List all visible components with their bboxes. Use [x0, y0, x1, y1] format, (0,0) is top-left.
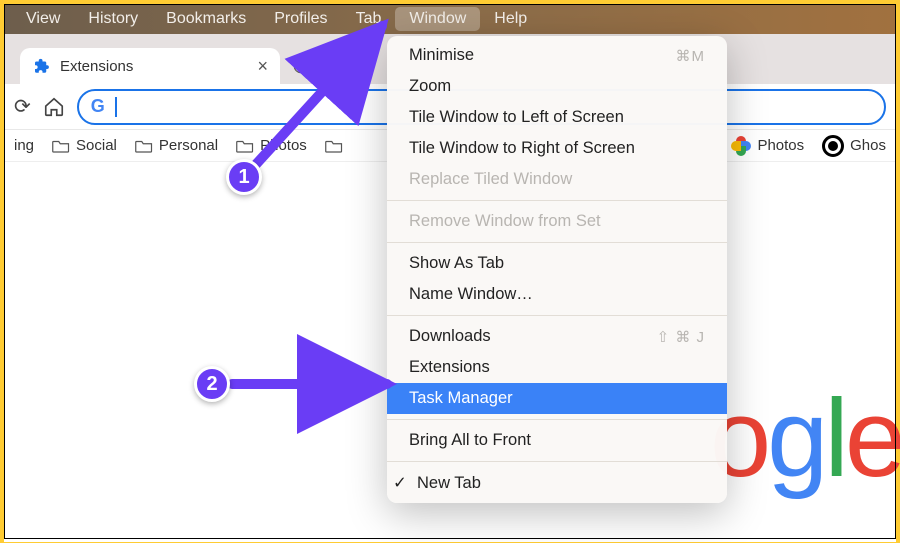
menu-item-tile-window-to-right-of-screen[interactable]: Tile Window to Right of Screen	[387, 133, 727, 164]
menu-item-label: Extensions	[409, 358, 490, 377]
tab-title: Extensions	[60, 58, 133, 75]
check-icon: ✓	[393, 473, 409, 493]
globe-icon	[292, 57, 310, 75]
mac-menubar: View History Bookmarks Profiles Tab Wind…	[4, 4, 896, 34]
menu-separator	[387, 200, 727, 201]
menu-history[interactable]: History	[74, 7, 152, 31]
menu-help[interactable]: Help	[480, 7, 541, 31]
menu-item-name-window[interactable]: Name Window…	[387, 279, 727, 310]
menu-item-label: Remove Window from Set	[409, 212, 601, 231]
menu-tab[interactable]: Tab	[342, 7, 396, 31]
ghost-icon	[822, 135, 844, 157]
menu-item-label: New Tab	[417, 474, 481, 493]
annotation-badge-1: 1	[226, 159, 262, 195]
tab-other[interactable]: N	[286, 48, 333, 84]
menu-shortcut: ⌘M	[676, 47, 706, 65]
bookmark-folder-blank[interactable]	[325, 139, 343, 153]
menu-item-label: Replace Tiled Window	[409, 170, 572, 189]
folder-icon	[236, 139, 254, 153]
bookmark-label: Personal	[159, 137, 218, 154]
menu-item-task-manager[interactable]: Task Manager	[387, 383, 727, 414]
menu-item-label: Tile Window to Right of Screen	[409, 139, 635, 158]
bookmark-cutoff[interactable]: ing	[14, 137, 34, 154]
menu-item-minimise[interactable]: Minimise ⌘M	[387, 40, 727, 71]
tab-extensions[interactable]: Extensions ×	[20, 48, 280, 84]
gphotos-icon	[731, 136, 751, 156]
menu-view[interactable]: View	[12, 7, 74, 31]
menu-item-bring-all-to-front[interactable]: Bring All to Front	[387, 425, 727, 456]
menu-separator	[387, 419, 727, 420]
menu-item-label: Task Manager	[409, 389, 513, 408]
bookmark-gphotos[interactable]: Photos	[731, 136, 804, 156]
close-icon[interactable]: ×	[257, 56, 268, 77]
bookmark-label: Ghos	[850, 137, 886, 154]
menu-item-label: Bring All to Front	[409, 431, 531, 450]
reload-icon[interactable]: ⟳	[14, 94, 31, 119]
menu-item-zoom[interactable]: Zoom	[387, 71, 727, 102]
google-logo-partial: ogle	[710, 375, 900, 502]
bookmark-label: Photos	[757, 137, 804, 154]
bookmark-photos[interactable]: Photos	[236, 137, 307, 154]
menu-item-tile-window-to-left-of-screen[interactable]: Tile Window to Left of Screen	[387, 102, 727, 133]
annotation-badge-2: 2	[194, 366, 230, 402]
menu-separator	[387, 461, 727, 462]
menu-profiles[interactable]: Profiles	[260, 7, 341, 31]
menu-item-show-as-tab[interactable]: Show As Tab	[387, 248, 727, 279]
tab-other-title: N	[316, 58, 327, 75]
menu-item-label: Show As Tab	[409, 254, 504, 273]
menu-item-label: Tile Window to Left of Screen	[409, 108, 624, 127]
menu-item-replace-tiled-window: Replace Tiled Window	[387, 164, 727, 195]
menu-window[interactable]: Window	[395, 7, 480, 31]
folder-icon	[135, 139, 153, 153]
menu-item-extensions[interactable]: Extensions	[387, 352, 727, 383]
puzzle-icon	[32, 57, 50, 75]
menu-separator	[387, 242, 727, 243]
bookmark-social[interactable]: Social	[52, 137, 117, 154]
menu-item-label: Name Window…	[409, 285, 533, 304]
folder-icon	[325, 139, 343, 153]
menu-item-label: Zoom	[409, 77, 451, 96]
menu-item-downloads[interactable]: Downloads ⇧ ⌘ J	[387, 321, 727, 352]
bookmark-label: Photos	[260, 137, 307, 154]
folder-icon	[52, 139, 70, 153]
google-favicon: G	[91, 96, 105, 117]
text-caret	[115, 97, 117, 117]
menu-item-new-tab[interactable]: ✓ New Tab	[387, 467, 727, 499]
menu-item-remove-window-from-set: Remove Window from Set	[387, 206, 727, 237]
window-menu-dropdown: Minimise ⌘M Zoom Tile Window to Left of Scr…	[387, 36, 727, 503]
menu-item-label: Minimise	[409, 46, 474, 65]
home-icon[interactable]	[43, 96, 65, 118]
bookmark-label: Social	[76, 137, 117, 154]
bookmark-ghost[interactable]: Ghos	[822, 135, 886, 157]
menu-item-label: Downloads	[409, 327, 491, 346]
menu-bookmarks[interactable]: Bookmarks	[152, 7, 260, 31]
menu-shortcut: ⇧ ⌘ J	[657, 328, 705, 346]
menu-separator	[387, 315, 727, 316]
bookmark-personal[interactable]: Personal	[135, 137, 218, 154]
